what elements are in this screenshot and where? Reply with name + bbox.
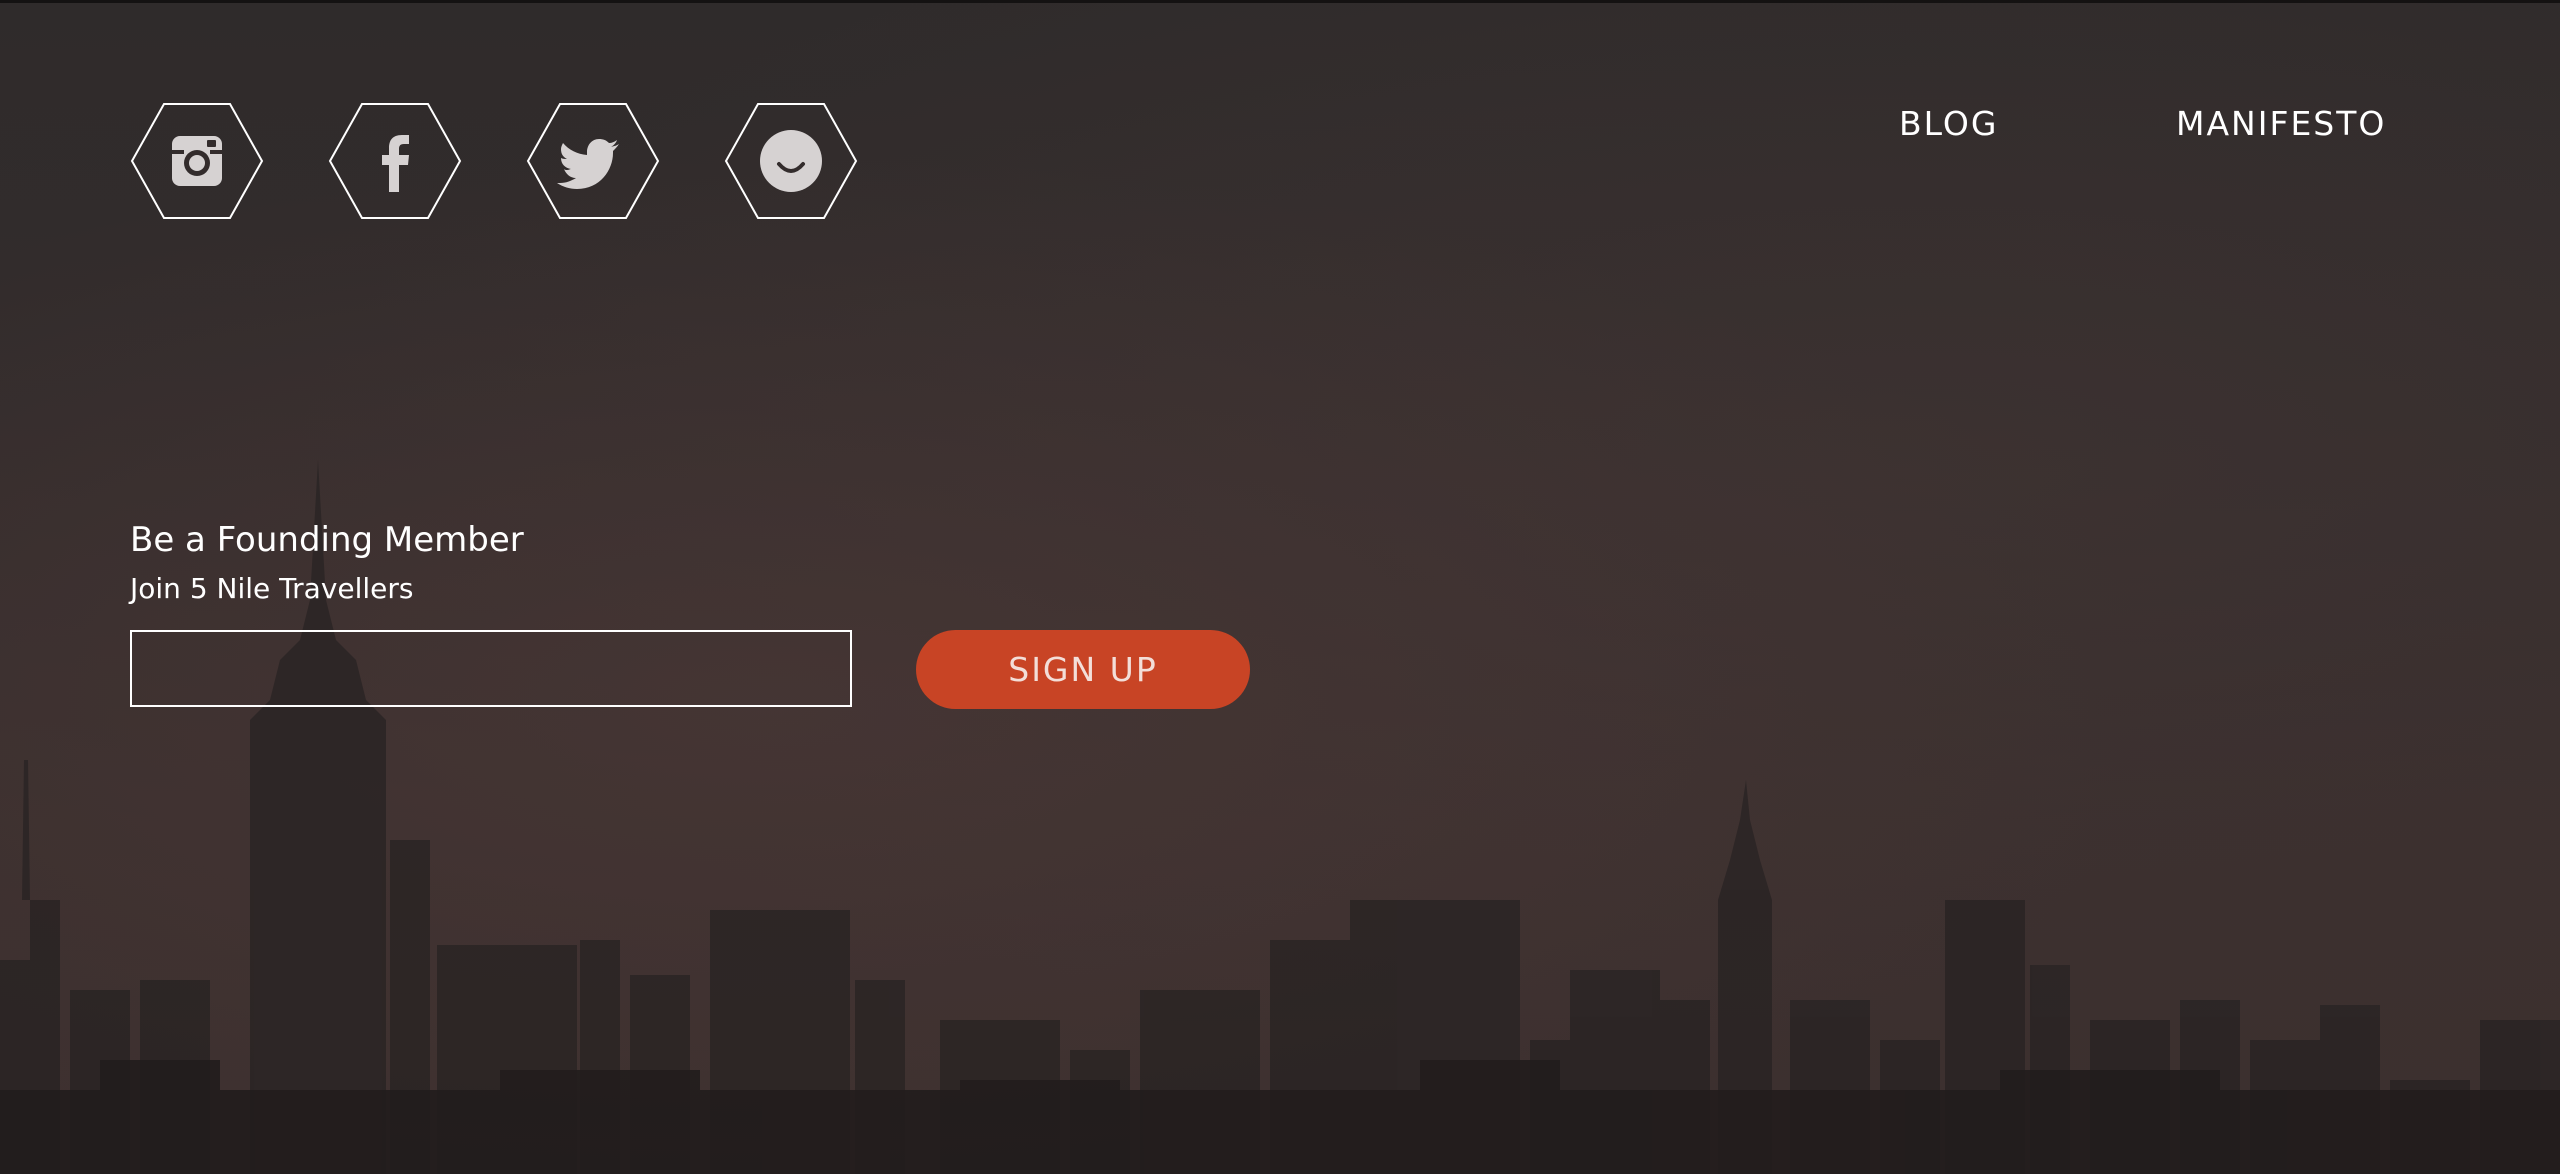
signup-title: Be a Founding Member [130, 520, 524, 560]
top-border [0, 0, 2560, 3]
sign-up-button[interactable]: SIGN UP [916, 630, 1250, 709]
nav-manifesto-link[interactable]: MANIFESTO [2176, 104, 2386, 143]
email-input[interactable] [130, 630, 852, 707]
hero-background: BLOG MANIFESTO Be a Founding Member Join… [0, 0, 2560, 1174]
signup-section: Be a Founding Member Join 5 Nile Travell… [130, 520, 1280, 720]
signup-subtitle: Join 5 Nile Travellers [130, 572, 414, 605]
main-nav: BLOG MANIFESTO [0, 104, 2560, 144]
nav-blog-link[interactable]: BLOG [1899, 104, 1998, 143]
